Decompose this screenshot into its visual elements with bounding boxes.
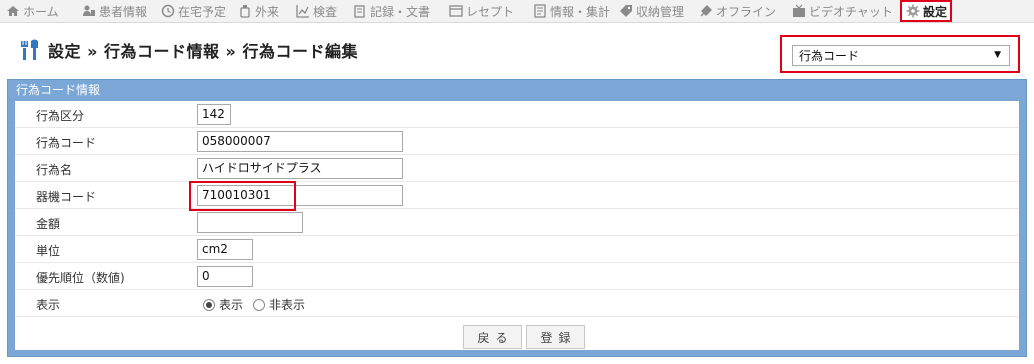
display-radio-group: 表示 非表示 — [203, 296, 315, 313]
report-icon — [533, 4, 547, 18]
nav-item-records[interactable]: 記録・文書 — [347, 1, 443, 22]
kubun-field[interactable]: 142 — [197, 104, 231, 125]
row-name: 行為名 ハイドロサイドプラス — [15, 155, 1019, 182]
radio-show-label[interactable]: 表示 — [219, 296, 243, 313]
home-icon — [6, 4, 20, 18]
tools-icon — [21, 39, 38, 60]
label-kingaku: 金額 — [36, 217, 61, 231]
nav-item-offline[interactable]: オフライン — [693, 1, 786, 22]
video-icon — [792, 4, 806, 18]
row-kingaku: 金額 — [15, 209, 1019, 236]
category-select[interactable]: 行為コード ▼ — [792, 45, 1010, 66]
top-nav: ホーム 患者情報 在宅予定 外来 検査 記録・文書 レセプト 情報・集計 収納管… — [0, 0, 1034, 23]
select-highlight: 行為コード ▼ — [780, 35, 1020, 73]
row-hyoji: 表示 表示 非表示 — [15, 290, 1019, 317]
page-heading: 設定 » 行為コード情報 » 行為コード編集 — [20, 38, 358, 62]
page-title: 設定 » 行為コード情報 » 行為コード編集 — [48, 42, 358, 61]
nav-item-video-chat[interactable]: ビデオチャット — [786, 1, 900, 22]
nav-item-exam[interactable]: 検査 — [290, 1, 347, 22]
kingaku-field[interactable] — [197, 212, 303, 233]
nav-item-receipt[interactable]: レセプト — [443, 1, 527, 22]
label-code: 行為コード — [36, 136, 97, 150]
plug-icon — [699, 4, 713, 18]
row-code: 行為コード 058000007 — [15, 128, 1019, 155]
label-hyoji: 表示 — [36, 298, 61, 312]
label-kubun: 行為区分 — [36, 109, 85, 123]
tag-icon — [619, 4, 633, 18]
code-field[interactable]: 058000007 — [197, 131, 403, 152]
register-button[interactable]: 登録 — [526, 325, 585, 349]
panel-title: 行為コード情報 — [16, 83, 101, 97]
radio-show[interactable] — [203, 298, 215, 311]
bottle-icon — [238, 4, 252, 18]
tani-field[interactable]: cm2 — [197, 239, 253, 260]
button-row: 戻る 登録 — [15, 323, 1019, 350]
radio-hide-label[interactable]: 非表示 — [269, 296, 305, 313]
dropdown-arrow-icon: ▼ — [994, 50, 1001, 60]
chart-icon — [296, 4, 310, 18]
row-kiki: 器機コード 710010301 — [15, 182, 1019, 209]
nav-item-billing[interactable]: 収納管理 — [613, 1, 693, 22]
row-yusen: 優先順位（数値) 0 — [15, 263, 1019, 290]
label-name: 行為名 — [36, 163, 73, 177]
back-button[interactable]: 戻る — [463, 325, 522, 349]
clock-icon — [161, 4, 175, 18]
nav-item-home[interactable]: ホーム — [0, 1, 76, 22]
gear-icon — [906, 4, 920, 18]
row-tani: 単位 cm2 — [15, 236, 1019, 263]
label-yusen: 優先順位（数値) — [36, 271, 125, 285]
row-kubun: 行為区分 142 — [15, 101, 1019, 128]
code-info-panel: 行為コード情報 行為区分 142 行為コード 058000007 行為名 ハイド… — [7, 79, 1027, 357]
name-field[interactable]: ハイドロサイドプラス — [197, 158, 403, 179]
yusen-field[interactable]: 0 — [197, 266, 253, 287]
patient-icon — [82, 4, 96, 18]
nav-item-info[interactable]: 情報・集計 — [527, 1, 613, 22]
receipt-icon — [449, 4, 463, 18]
nav-item-home-visit[interactable]: 在宅予定 — [155, 1, 232, 22]
nav-item-patient[interactable]: 患者情報 — [76, 1, 155, 22]
radio-hide[interactable] — [253, 298, 266, 311]
kiki-field-highlight — [189, 181, 296, 211]
panel-body: 行為区分 142 行為コード 058000007 行為名 ハイドロサイドプラス … — [15, 101, 1019, 350]
document-icon — [353, 4, 367, 18]
label-kiki: 器機コード — [36, 190, 97, 204]
label-tani: 単位 — [36, 244, 61, 258]
nav-item-outpatient[interactable]: 外来 — [232, 1, 290, 22]
nav-item-settings[interactable]: 設定 — [900, 0, 952, 22]
